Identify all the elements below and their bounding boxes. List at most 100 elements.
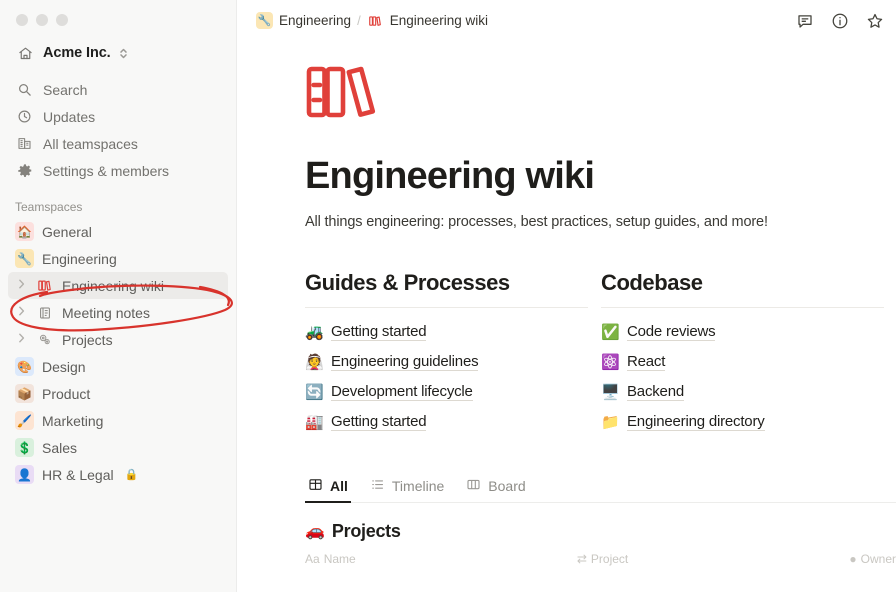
package-emoji-icon: 📦 bbox=[15, 384, 34, 403]
relation-icon: ⇄ bbox=[576, 551, 587, 566]
link-getting-started[interactable]: 🚜 Getting started bbox=[305, 317, 595, 347]
divider bbox=[305, 306, 588, 308]
sidebar-item-meeting-notes[interactable]: Meeting notes bbox=[8, 299, 228, 326]
dollar-emoji-icon: 💲 bbox=[15, 438, 34, 457]
sidebar-item-label: General bbox=[42, 223, 92, 240]
minimize-button[interactable] bbox=[36, 14, 48, 26]
books-icon bbox=[35, 278, 54, 293]
tractor-emoji-icon: 🚜 bbox=[305, 323, 324, 341]
chevron-right-icon[interactable] bbox=[15, 306, 27, 319]
maximize-button[interactable] bbox=[56, 14, 68, 26]
notebook-icon bbox=[35, 306, 54, 320]
sidebar-item-label: Design bbox=[42, 358, 86, 375]
sidebar-item-label: Marketing bbox=[42, 412, 104, 429]
link-label: Engineering guidelines bbox=[331, 352, 479, 371]
search-icon bbox=[15, 82, 34, 97]
car-emoji-icon: 🚗 bbox=[305, 523, 325, 541]
window-traffic-lights bbox=[0, 0, 236, 26]
star-icon[interactable] bbox=[866, 12, 884, 30]
link-engineering-directory[interactable]: 📁 Engineering directory bbox=[601, 407, 891, 437]
link-label: Getting started bbox=[331, 322, 427, 341]
column-header-owner[interactable]: ● Owner bbox=[849, 552, 896, 566]
breadcrumb-label: Engineering bbox=[279, 13, 352, 28]
sidebar-item-label: Updates bbox=[43, 108, 96, 125]
text-icon: Aa bbox=[305, 551, 320, 566]
paintbrush-emoji-icon: 🖌️ bbox=[15, 411, 34, 430]
sidebar-item-marketing[interactable]: 🖌️ Marketing bbox=[8, 407, 228, 434]
breadcrumb-item-engineering-wiki[interactable]: Engineering wiki bbox=[367, 12, 488, 29]
buildings-icon bbox=[15, 136, 34, 151]
top-bar: 🔧 Engineering / Engineering wiki bbox=[237, 0, 896, 41]
bride-emoji-icon: 👰 bbox=[305, 353, 324, 371]
breadcrumb-item-engineering[interactable]: 🔧 Engineering bbox=[256, 12, 351, 29]
gear-icon bbox=[15, 163, 34, 179]
chevron-right-icon[interactable] bbox=[15, 333, 27, 346]
clock-icon bbox=[15, 109, 34, 124]
sidebar-item-search[interactable]: Search bbox=[8, 76, 228, 103]
atom-emoji-icon: ⚛️ bbox=[601, 353, 620, 371]
tab-board[interactable]: Board bbox=[463, 477, 528, 503]
page-icon[interactable] bbox=[305, 64, 896, 125]
sidebar-item-general[interactable]: 🏠 General bbox=[8, 218, 228, 245]
check-mark-emoji-icon: ✅ bbox=[601, 323, 620, 341]
palette-emoji-icon: 🎨 bbox=[15, 357, 34, 376]
breadcrumb-label: Engineering wiki bbox=[389, 13, 488, 28]
house-emoji-icon: 🏠 bbox=[15, 222, 34, 241]
close-button[interactable] bbox=[16, 14, 28, 26]
link-code-reviews[interactable]: ✅ Code reviews bbox=[601, 317, 891, 347]
link-label: Development lifecycle bbox=[331, 382, 473, 401]
sidebar-item-product[interactable]: 📦 Product bbox=[8, 380, 228, 407]
sidebar-item-all-teamspaces[interactable]: All teamspaces bbox=[8, 130, 228, 157]
lock-icon: 🔒 bbox=[124, 469, 139, 481]
breadcrumb: 🔧 Engineering / Engineering wiki bbox=[256, 12, 488, 29]
column-guides-processes: Guides & Processes 🚜 Getting started 👰 E… bbox=[305, 270, 595, 437]
workspace-switcher[interactable]: Acme Inc. bbox=[10, 40, 228, 66]
sidebar-nav: Search Updates All teamspaces Settings &… bbox=[0, 76, 236, 184]
column-heading: Codebase bbox=[601, 269, 703, 295]
link-engineering-guidelines[interactable]: 👰 Engineering guidelines bbox=[305, 347, 595, 377]
database-title[interactable]: 🚗 Projects bbox=[305, 521, 896, 542]
column-header-project[interactable]: ⇄ Project bbox=[577, 552, 628, 566]
factory-emoji-icon: 🏭 bbox=[305, 413, 324, 431]
sidebar-item-label: Sales bbox=[42, 439, 78, 456]
database-view-tabs: All Timeline Board bbox=[305, 477, 896, 503]
comment-icon[interactable] bbox=[796, 12, 814, 30]
sidebar-item-updates[interactable]: Updates bbox=[8, 103, 228, 130]
teamspaces-list: 🏠 General 🔧 Engineering Engineering wiki bbox=[0, 218, 236, 488]
sidebar-item-label: Product bbox=[42, 385, 91, 402]
sidebar-item-label: All teamspaces bbox=[43, 135, 138, 152]
link-development-lifecycle[interactable]: 🔄 Development lifecycle bbox=[305, 377, 595, 407]
link-getting-started-2[interactable]: 🏭 Getting started bbox=[305, 407, 595, 437]
column-header-name[interactable]: Aa Name bbox=[305, 552, 356, 566]
workspace-name: Acme Inc. bbox=[43, 45, 111, 61]
person-icon: ● bbox=[849, 551, 857, 566]
refresh-emoji-icon: 🔄 bbox=[305, 383, 324, 401]
page-description: All things engineering: processes, best … bbox=[305, 213, 768, 230]
sidebar-item-projects[interactable]: Projects bbox=[8, 326, 228, 353]
sidebar-item-label: Projects bbox=[62, 331, 113, 348]
books-icon bbox=[367, 12, 384, 29]
chevron-right-icon[interactable] bbox=[15, 279, 27, 292]
info-icon[interactable] bbox=[831, 12, 849, 30]
desktop-computer-emoji-icon: 🖥️ bbox=[601, 383, 620, 401]
sidebar-item-label: Meeting notes bbox=[62, 304, 150, 321]
tab-label: Board bbox=[488, 477, 526, 494]
tab-all[interactable]: All bbox=[305, 477, 351, 503]
sidebar-item-sales[interactable]: 💲 Sales bbox=[8, 434, 228, 461]
sidebar-item-engineering[interactable]: 🔧 Engineering bbox=[8, 245, 228, 272]
chevron-updown-icon[interactable] bbox=[119, 47, 128, 60]
tab-timeline[interactable]: Timeline bbox=[367, 477, 447, 503]
sidebar-item-hr-legal[interactable]: 👤 HR & Legal 🔒 bbox=[8, 461, 228, 488]
notion-app-window: Acme Inc. Search Updates All teamspaces … bbox=[0, 0, 896, 592]
board-icon bbox=[466, 477, 481, 495]
sidebar-item-design[interactable]: 🎨 Design bbox=[8, 353, 228, 380]
sidebar: Acme Inc. Search Updates All teamspaces … bbox=[0, 0, 237, 592]
link-backend[interactable]: 🖥️ Backend bbox=[601, 377, 891, 407]
link-columns: Guides & Processes 🚜 Getting started 👰 E… bbox=[305, 270, 896, 437]
database-title-label: Projects bbox=[331, 520, 401, 541]
wrench-emoji-icon: 🔧 bbox=[256, 12, 273, 29]
sidebar-item-settings-members[interactable]: Settings & members bbox=[8, 157, 228, 184]
sidebar-item-engineering-wiki[interactable]: Engineering wiki bbox=[8, 272, 228, 299]
page-body: Engineering wiki All things engineering:… bbox=[237, 64, 896, 566]
link-react[interactable]: ⚛️ React bbox=[601, 347, 891, 377]
